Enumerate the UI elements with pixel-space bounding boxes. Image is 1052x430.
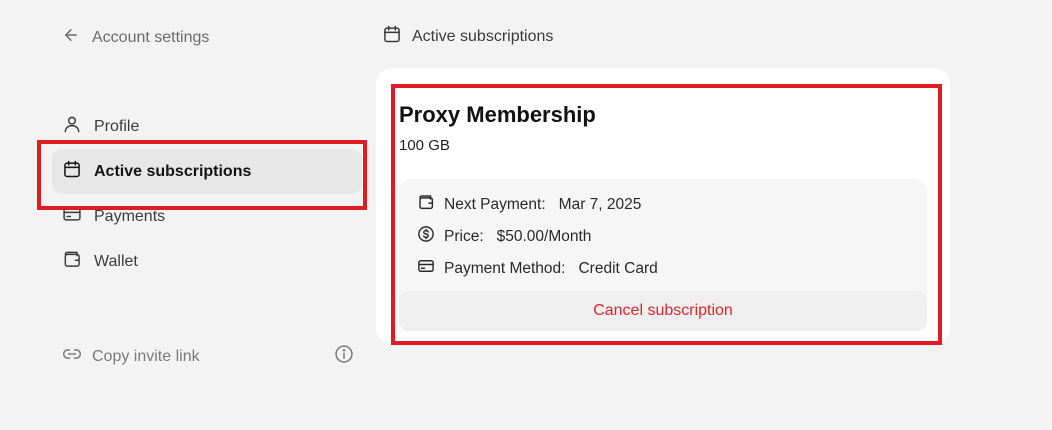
- price-value: $50.00/Month: [496, 227, 592, 245]
- sidebar-item-label: Active subscriptions: [94, 162, 252, 180]
- credit-card-icon: [417, 257, 435, 280]
- calendar-icon: [62, 159, 82, 184]
- subscription-card: Proxy Membership 100 GB Next Payment: Ma…: [376, 68, 950, 344]
- back-link-label: Account settings: [92, 28, 210, 46]
- page-title-label: Active subscriptions: [412, 27, 554, 45]
- copy-invite-label: Copy invite link: [92, 347, 200, 365]
- credit-card-icon: [62, 204, 82, 229]
- info-icon[interactable]: [334, 344, 354, 369]
- sidebar-item-active-subscriptions[interactable]: Active subscriptions: [52, 149, 362, 194]
- sidebar-item-wallet[interactable]: Wallet: [52, 239, 362, 284]
- sidebar-item-payments[interactable]: Payments: [52, 194, 362, 239]
- sidebar-nav: Profile Active subscriptions Payments Wa…: [52, 104, 362, 284]
- arrow-left-icon: [62, 26, 80, 49]
- sidebar-item-profile[interactable]: Profile: [52, 104, 362, 149]
- plan-size: 100 GB: [399, 137, 450, 154]
- sidebar-item-label: Profile: [94, 117, 140, 135]
- payment-method-value: Credit Card: [578, 259, 658, 277]
- subscription-details: Next Payment: Mar 7, 2025 Price: $50.00/…: [399, 179, 927, 331]
- page-title: Active subscriptions: [382, 24, 553, 49]
- copy-invite-link[interactable]: Copy invite link: [62, 344, 200, 369]
- next-payment-label: Next Payment:: [444, 195, 546, 213]
- invite-row: Copy invite link: [62, 344, 354, 369]
- sidebar-item-label: Wallet: [94, 252, 138, 270]
- next-payment-value: Mar 7, 2025: [558, 195, 642, 213]
- price-row: Price: $50.00/Month: [417, 225, 591, 248]
- payment-method-row: Payment Method: Credit Card: [417, 257, 658, 280]
- dollar-circle-icon: [417, 225, 435, 248]
- next-payment-row: Next Payment: Mar 7, 2025: [417, 193, 641, 216]
- wallet-icon: [417, 193, 435, 216]
- calendar-icon: [382, 24, 402, 49]
- link-icon: [62, 344, 82, 369]
- wallet-icon: [62, 249, 82, 274]
- back-link[interactable]: Account settings: [62, 26, 209, 49]
- plan-name: Proxy Membership: [399, 102, 596, 127]
- sidebar-item-label: Payments: [94, 207, 166, 225]
- price-label: Price:: [444, 227, 484, 245]
- payment-method-label: Payment Method:: [444, 259, 566, 277]
- user-icon: [62, 114, 82, 139]
- cancel-subscription-button[interactable]: Cancel subscription: [399, 291, 927, 331]
